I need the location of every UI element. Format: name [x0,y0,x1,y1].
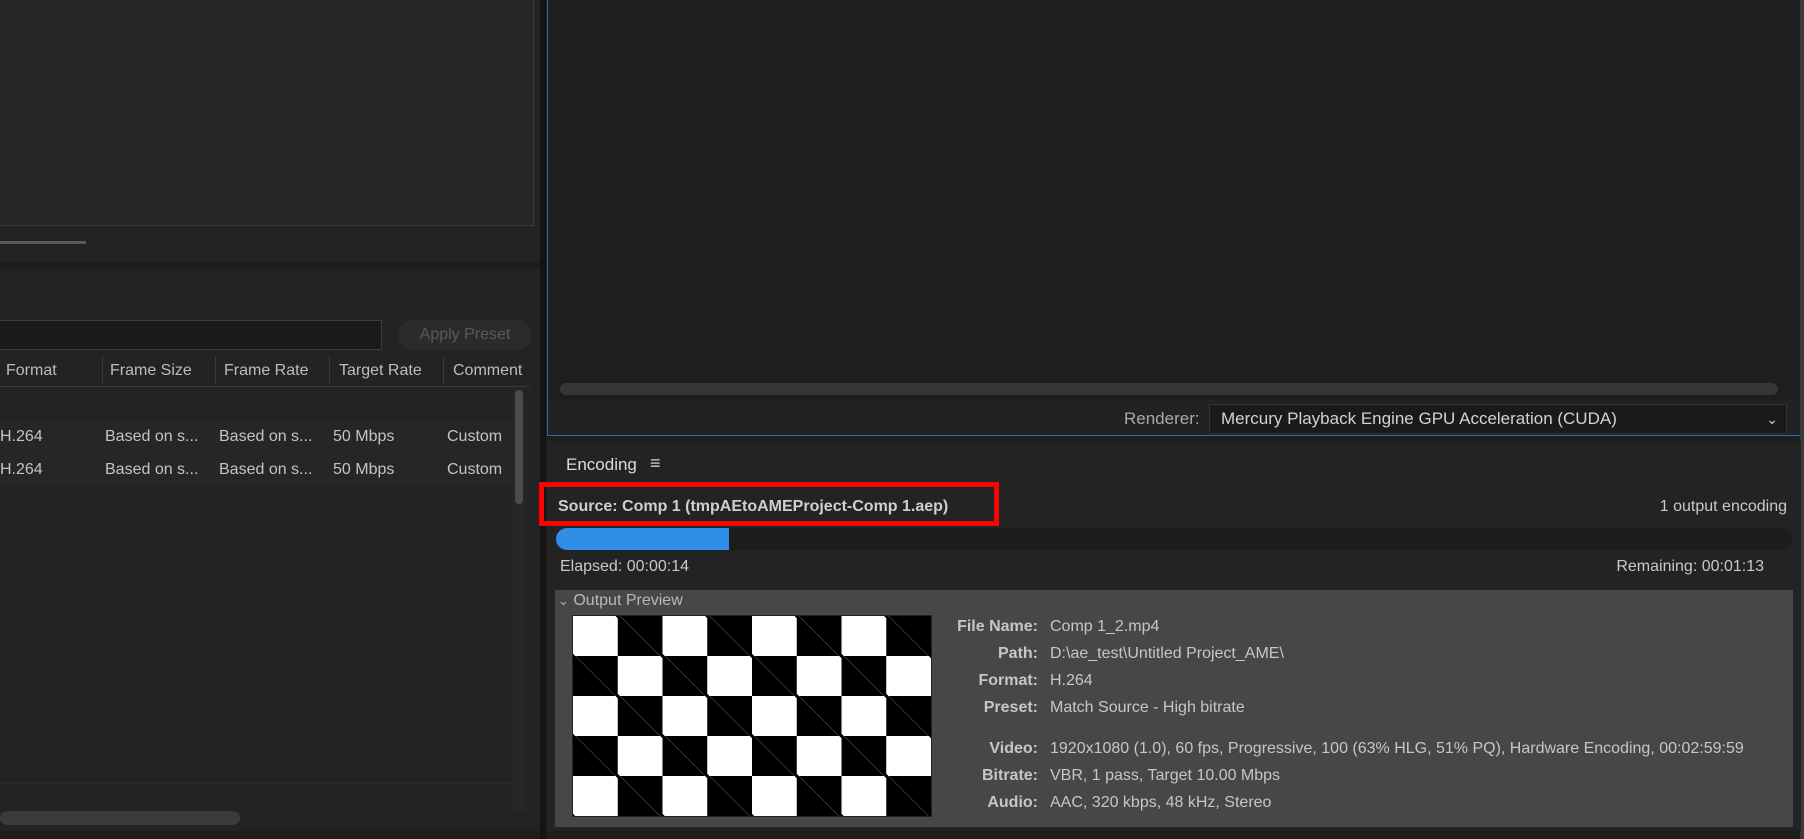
list-item [0,519,512,553]
remaining-time: Remaining: 00:01:13 [1616,558,1764,575]
preview-canvas [548,0,1800,400]
list-item [0,585,512,619]
audio-value: AAC, 320 kbps, 48 kHz, Stereo [1050,794,1272,811]
path-value: D:\ae_test\Untitled Project_AME\ [1050,645,1284,662]
output-preview-toggle[interactable]: ⌄ Output Preview [558,592,683,610]
file-name-label: File Name: [957,618,1038,635]
output-encoding-count: 1 output encoding [1659,498,1787,515]
column-header-frame-rate[interactable]: Frame Rate [224,362,308,380]
column-header-frame-size[interactable]: Frame Size [110,362,192,380]
video-label: Video: [989,740,1038,757]
renderer-selected-value: Mercury Playback Engine GPU Acceleration… [1221,409,1617,428]
bitrate-value: VBR, 1 pass, Target 10.00 Mbps [1050,767,1281,784]
encoding-progress-fill [556,528,730,550]
list-item [0,684,512,718]
preset-search-input[interactable] [0,320,382,350]
column-header-comment[interactable]: Comment [453,362,522,380]
video-value: 1920x1080 (1.0), 60 fps, Progressive, 10… [1050,740,1744,757]
left-top-viewport [0,0,534,226]
left-top-scrollbar[interactable] [0,241,86,244]
format-label: Format: [978,672,1038,689]
chevron-down-icon: ⌄ [558,593,569,608]
renderer-label: Renderer: [1124,409,1200,428]
panel-divider[interactable] [540,0,546,839]
list-item [0,750,512,784]
list-item [0,717,512,751]
preset-list: H.264 Based on s... Based on s... 50 Mbp… [0,387,512,807]
table-row[interactable]: H.264 Based on s... Based on s... 50 Mbp… [0,453,512,487]
cell-format: H.264 [0,461,43,478]
cell-comment: Custom [447,461,503,478]
preset-list-scroll-thumb[interactable] [515,390,523,504]
apply-preset-button[interactable]: Apply Preset [398,320,532,350]
bitrate-label: Bitrate: [981,767,1038,784]
preview-horizontal-scrollbar[interactable] [560,383,1778,395]
column-header-format[interactable]: Format [6,362,57,380]
list-item [0,651,512,685]
file-name-value: Comp 1_2.mp4 [1050,618,1160,635]
cell-target-rate: 50 Mbps [333,428,395,445]
cell-format: H.264 [0,428,43,445]
preset-list-horizontal-scrollbar[interactable] [0,811,240,825]
column-header-target-rate[interactable]: Target Rate [339,362,422,380]
source-highlight-box [539,482,999,526]
preset-column-headers: Format Frame Size Frame Rate Target Rate… [0,354,530,387]
preset-value: Match Source - High bitrate [1050,699,1245,716]
output-preview-thumbnail [572,615,932,817]
elapsed-time: Elapsed: 00:00:14 [560,558,689,575]
preset-group-row[interactable] [0,486,512,520]
hamburger-menu-icon[interactable]: ≡ [650,453,661,474]
renderer-dropdown[interactable]: Mercury Playback Engine GPU Acceleration… [1209,404,1787,434]
cell-frame-size: Based on s... [105,428,199,445]
cell-frame-size: Based on s... [105,461,199,478]
table-row[interactable]: H.264 Based on s... Based on s... 50 Mbp… [0,420,512,454]
encoding-progress-bar [556,528,1792,550]
cell-comment: Custom [447,428,503,445]
format-value: H.264 [1050,672,1093,689]
cell-frame-rate: Based on s... [219,428,313,445]
audio-label: Audio: [987,794,1038,811]
tab-encoding[interactable]: Encoding [566,455,637,475]
path-label: Path: [998,645,1038,662]
chevron-down-icon: ⌄ [1766,411,1778,427]
output-preview-title: Output Preview [573,592,683,609]
preset-label: Preset: [983,699,1038,716]
preset-group-row[interactable] [0,387,512,421]
list-item [0,618,512,652]
cell-target-rate: 50 Mbps [333,461,395,478]
list-item [0,552,512,586]
cell-frame-rate: Based on s... [219,461,313,478]
